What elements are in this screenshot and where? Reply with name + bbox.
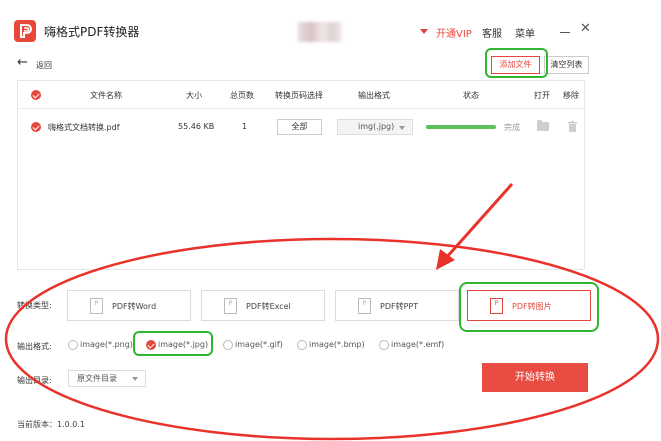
pdf-doc-icon: P xyxy=(358,298,371,314)
page-select-button[interactable]: 全部 xyxy=(277,119,322,135)
col-page-select: 转换页码选择 xyxy=(275,91,323,100)
col-format: 输出格式 xyxy=(358,91,390,100)
close-icon[interactable]: ✕ xyxy=(580,22,591,36)
col-name: 文件名称 xyxy=(90,91,122,100)
version-text: 当前版本：1.0.0.1 xyxy=(17,420,85,429)
annotation-green-ring xyxy=(133,331,213,356)
pdf-doc-icon: P xyxy=(224,298,237,314)
file-size: 55.46 KB xyxy=(178,122,215,131)
annotation-green-ring xyxy=(485,48,548,78)
back-arrow-icon[interactable]: ← xyxy=(17,56,28,70)
row-checkbox[interactable] xyxy=(31,122,41,132)
file-name: 嗨格式文档转换.pdf xyxy=(48,123,120,132)
file-pages: 1 xyxy=(242,122,248,131)
minimize-icon[interactable] xyxy=(560,32,570,33)
type-pdf-word[interactable]: P PDF转Word xyxy=(67,290,191,321)
pdf-doc-icon: P xyxy=(90,298,103,314)
menu-link[interactable]: 菜单 xyxy=(515,25,535,40)
app-title: 嗨格式PDF转换器 xyxy=(44,25,140,39)
clear-list-button[interactable]: 清空列表 xyxy=(544,56,589,74)
app-logo xyxy=(14,20,36,42)
table-row[interactable]: 嗨格式文档转换.pdf 55.46 KB 1 全部 img(.jpg) 完成 xyxy=(18,110,584,144)
type-pdf-ppt[interactable]: P PDF转PPT xyxy=(335,290,459,321)
type-label-word: PDF转Word xyxy=(112,302,157,311)
row-format-select[interactable]: img(.jpg) xyxy=(337,119,413,135)
format-radio-emf[interactable]: image(*.emf) xyxy=(379,340,444,350)
type-label-ppt: PDF转PPT xyxy=(380,302,419,311)
row-format-value: img(.jpg) xyxy=(358,122,395,131)
type-label: 转换类型: xyxy=(17,301,52,310)
output-dir-value: 原文件目录 xyxy=(77,374,117,383)
col-open: 打开 xyxy=(534,91,550,100)
format-radio-png[interactable]: image(*.png) xyxy=(68,340,133,350)
col-status: 状态 xyxy=(463,91,479,100)
start-convert-button[interactable]: 开始转换 xyxy=(482,363,588,392)
format-label: 输出格式: xyxy=(17,342,52,351)
vip-link[interactable]: 开通VIP xyxy=(436,25,472,40)
col-remove: 移除 xyxy=(563,91,579,100)
user-avatar[interactable] xyxy=(298,22,342,42)
format-radio-gif[interactable]: image(*.gif) xyxy=(223,340,283,350)
chevron-down-icon xyxy=(132,377,138,381)
table-header: 文件名称 大小 总页数 转换页码选择 输出格式 状态 打开 移除 xyxy=(18,81,584,109)
type-label-excel: PDF转Excel xyxy=(246,302,291,311)
format-radio-bmp[interactable]: image(*.bmp) xyxy=(297,340,365,350)
trash-icon[interactable] xyxy=(568,121,577,132)
col-size: 大小 xyxy=(186,91,202,100)
back-button[interactable]: 返回 xyxy=(36,60,52,71)
progress-bar xyxy=(426,125,496,129)
status-text: 完成 xyxy=(504,123,520,132)
folder-icon[interactable] xyxy=(537,120,549,131)
col-pages: 总页数 xyxy=(230,91,254,100)
progress-fill xyxy=(426,125,496,129)
type-pdf-excel[interactable]: P PDF转Excel xyxy=(201,290,325,321)
output-dir-select[interactable]: 原文件目录 xyxy=(68,370,146,387)
annotation-green-ring xyxy=(459,282,599,332)
vip-diamond-icon xyxy=(420,29,428,34)
chevron-down-icon xyxy=(399,126,405,130)
service-link[interactable]: 客服 xyxy=(482,25,502,40)
dir-label: 输出目录: xyxy=(17,376,52,385)
select-all-checkbox[interactable] xyxy=(31,90,41,100)
